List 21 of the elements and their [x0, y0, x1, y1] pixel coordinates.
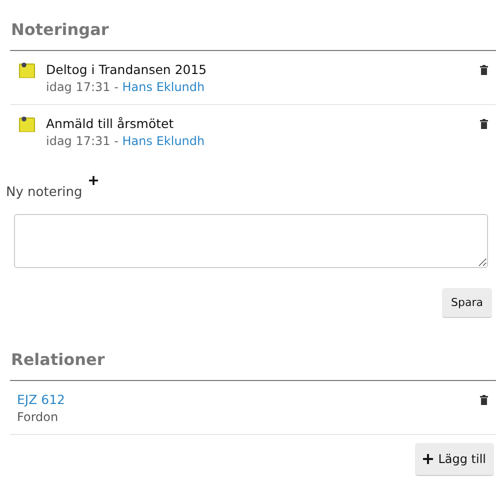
add-button[interactable]: Lägg till [415, 443, 494, 476]
section-heading: Noteringar [11, 19, 109, 41]
note-text: Deltog i Trandansen 2015 [46, 61, 207, 79]
plus-icon [423, 454, 434, 464]
section-heading: Relationer [11, 349, 105, 371]
note-input-field[interactable] [14, 214, 488, 268]
note-text: Anmäld till årsmötet [46, 115, 174, 133]
trash-icon[interactable] [480, 65, 488, 75]
note-time: idag 17:31 - [46, 79, 120, 96]
relation-link[interactable]: EJZ 612 [17, 391, 65, 409]
trash-icon[interactable] [480, 395, 488, 405]
relation-type: Fordon [17, 409, 58, 426]
author-link[interactable]: Hans Eklundh [122, 79, 205, 96]
note-time: idag 17:31 - [46, 133, 120, 150]
author-link[interactable]: Hans Eklundh [122, 133, 205, 150]
sticky-note-icon [19, 116, 35, 132]
plus-icon[interactable] [89, 176, 98, 185]
trash-icon[interactable] [480, 119, 488, 129]
save-button[interactable]: Spara [442, 288, 492, 318]
new-note-label: Ny notering [6, 185, 82, 200]
sticky-note-icon [19, 62, 35, 78]
